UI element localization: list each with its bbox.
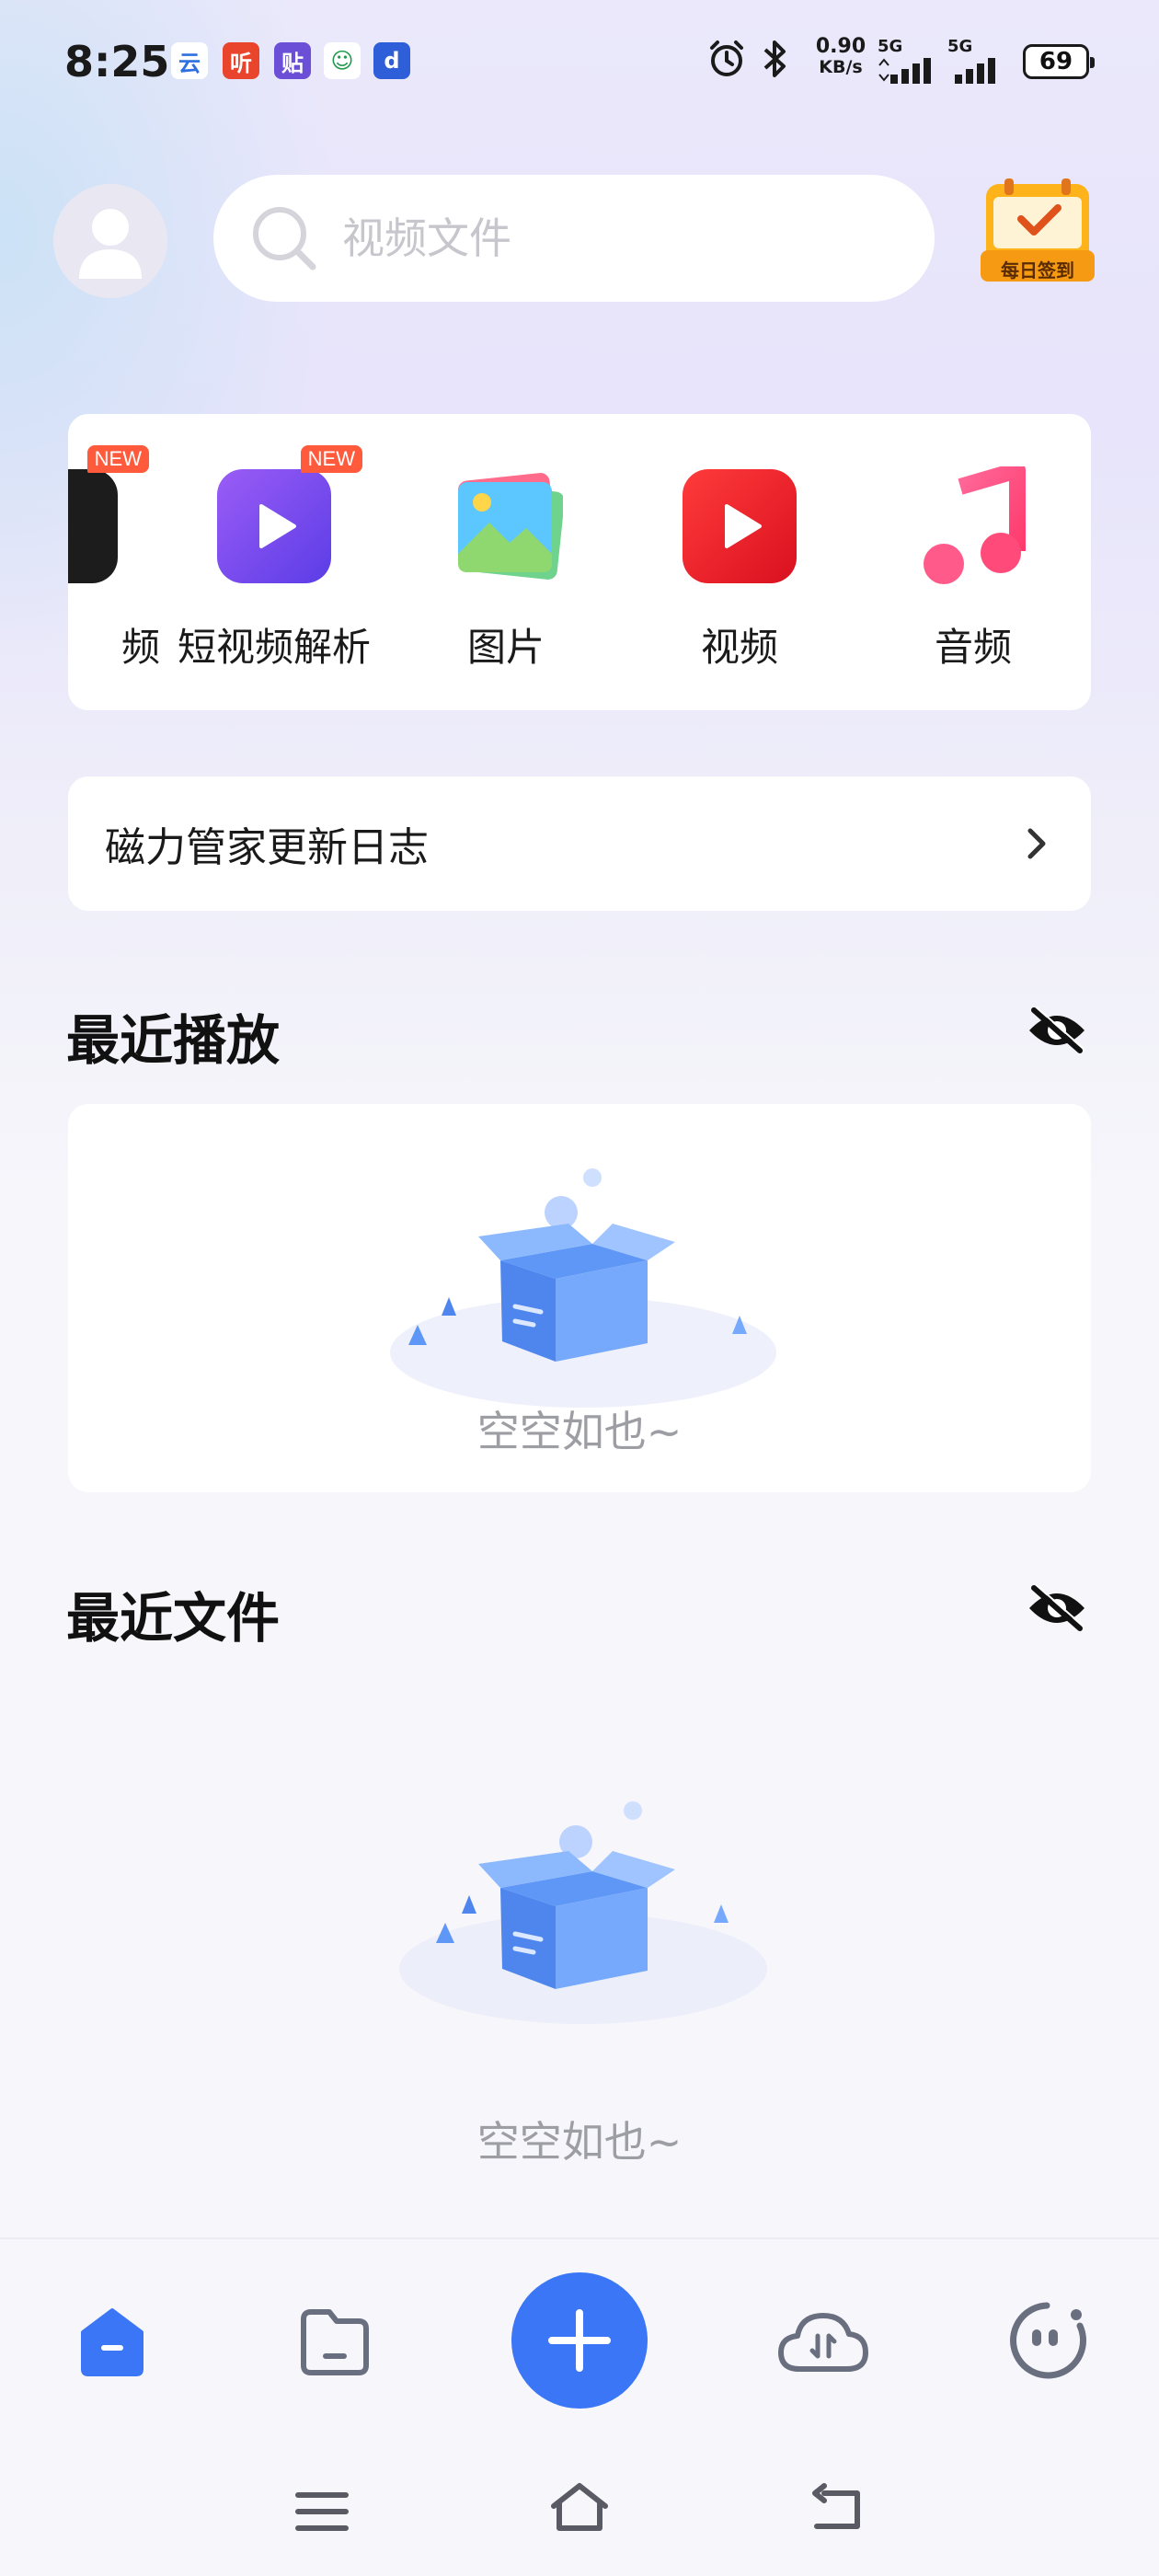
nav-cloud-button[interactable] xyxy=(773,2300,874,2383)
recent-play-title: 最近播放 xyxy=(66,1009,281,1072)
hide-eye-icon[interactable] xyxy=(1027,1584,1087,1632)
folder-icon xyxy=(301,2309,369,2375)
battery-indicator: 69 xyxy=(1023,44,1095,79)
partial-video-icon: NEW xyxy=(68,445,149,583)
net-speed-value: 0.90 xyxy=(815,35,866,58)
quick-item-label: 音频 xyxy=(934,625,1012,670)
new-badge: NEW xyxy=(86,445,149,473)
quick-item-label: 短视频解析 xyxy=(177,625,371,670)
new-badge: NEW xyxy=(300,445,362,473)
sim2-bars-icon xyxy=(955,58,995,84)
recent-play-empty-text: 空空如也~ xyxy=(476,1407,683,1456)
quick-item-audio[interactable]: 音频 xyxy=(863,466,1084,673)
system-back-button[interactable] xyxy=(800,2478,874,2537)
cloud-transfer-icon xyxy=(778,2313,868,2372)
ting-app-icon: 听 xyxy=(223,42,259,79)
bluetooth-icon xyxy=(758,39,791,79)
hide-eye-icon[interactable] xyxy=(1027,1006,1087,1054)
video-icon xyxy=(683,469,797,583)
recent-files-title: 最近文件 xyxy=(66,1587,281,1650)
blue-app-icon: d xyxy=(373,42,410,79)
yun-app-icon: 云 xyxy=(171,42,208,79)
alarm-icon xyxy=(706,39,747,79)
audio-icon xyxy=(916,466,1030,584)
green-app-icon: ☺ xyxy=(324,42,361,79)
daily-checkin-button[interactable]: 每日签到 xyxy=(977,177,1098,291)
image-icon xyxy=(449,469,563,583)
recent-files-empty-text: 空空如也~ xyxy=(476,2117,683,2167)
sim2-label: 5G xyxy=(947,37,973,56)
nav-files-button[interactable] xyxy=(289,2300,381,2383)
menu-icon xyxy=(295,2492,349,2531)
sim1-label: 5G xyxy=(878,37,903,56)
sim1-signal: 5G xyxy=(878,37,938,87)
quick-item-short-video-parse[interactable]: NEW 短视频解析 xyxy=(164,445,384,673)
nav-profile-button[interactable] xyxy=(999,2296,1095,2385)
quick-item-label: 频 xyxy=(120,625,160,670)
quick-item-label: 视频 xyxy=(700,625,778,670)
sim2-signal: 5G xyxy=(947,37,1003,87)
changelog-row[interactable]: 磁力管家更新日志 xyxy=(68,776,1091,911)
system-menu-button[interactable] xyxy=(285,2484,359,2539)
short-video-parse-icon: NEW xyxy=(217,445,362,583)
status-time: 8:25 xyxy=(64,37,170,86)
quick-access-card: NEW 频 NEW 短视频解析 图片 视频 音频 xyxy=(68,414,1091,710)
plus-icon xyxy=(548,2309,611,2372)
home-icon xyxy=(81,2308,143,2376)
profile-face-icon xyxy=(1010,2302,1086,2379)
empty-box-icon xyxy=(399,1801,767,2024)
search-input[interactable] xyxy=(342,213,894,263)
tie-app-icon: 贴 xyxy=(274,42,311,79)
search-icon xyxy=(253,207,316,270)
avatar[interactable] xyxy=(53,184,167,298)
system-home-button[interactable] xyxy=(543,2478,616,2537)
nav-home-button[interactable] xyxy=(66,2300,158,2383)
net-speed-unit: KB/s xyxy=(819,57,863,77)
net-speed: 0.90 KB/s xyxy=(808,35,874,78)
quick-item-partial[interactable]: NEW 频 xyxy=(68,445,171,673)
add-button[interactable] xyxy=(511,2272,648,2409)
changelog-label: 磁力管家更新日志 xyxy=(105,824,429,871)
empty-box-icon xyxy=(390,1168,776,1408)
quick-item-images[interactable]: 图片 xyxy=(396,469,616,673)
user-icon xyxy=(79,209,142,279)
checkin-label: 每日签到 xyxy=(1001,259,1074,282)
sim1-bars-icon xyxy=(878,58,931,84)
search-bar[interactable] xyxy=(213,175,935,302)
home-outline-icon xyxy=(551,2483,608,2531)
recent-play-empty-card: 空空如也~ xyxy=(68,1104,1091,1492)
quick-item-label: 图片 xyxy=(466,625,545,670)
back-icon xyxy=(812,2483,860,2529)
chevron-right-icon xyxy=(1027,828,1046,859)
quick-item-video[interactable]: 视频 xyxy=(629,469,850,673)
battery-level: 69 xyxy=(1039,48,1073,75)
